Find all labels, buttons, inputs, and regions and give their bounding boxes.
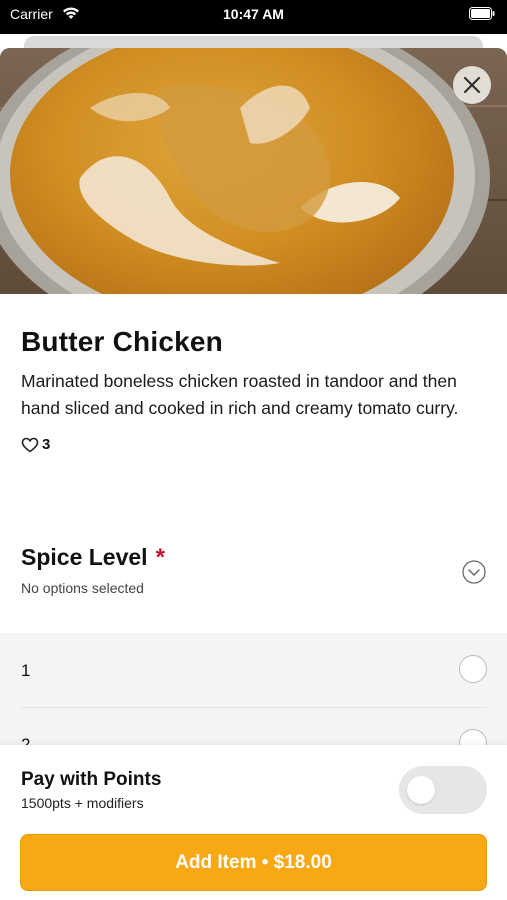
battery-icon (469, 7, 495, 20)
add-item-button[interactable]: Add Item • $18.00 (20, 834, 487, 891)
status-time: 10:47 AM (223, 6, 284, 22)
points-title: Pay with Points (21, 769, 162, 790)
item-title: Butter Chicken (21, 326, 223, 357)
heart-icon (21, 437, 39, 452)
radio-icon[interactable] (459, 655, 487, 683)
close-button[interactable] (453, 66, 491, 104)
points-subtitle: 1500pts + modifiers (21, 795, 144, 811)
item-description: Marinated boneless chicken roasted in ta… (21, 371, 459, 418)
bottom-bar: Pay with Points 1500pts + modifiers Add … (0, 745, 507, 900)
section-title: Spice Level (21, 544, 148, 570)
points-toggle[interactable] (399, 766, 487, 814)
like-button[interactable]: 3 (21, 436, 491, 453)
status-bar: Carrier 10:47 AM (0, 0, 507, 34)
section-subtitle: No options selected (21, 580, 144, 596)
spice-options-list: 1 2 (0, 633, 507, 782)
toggle-knob (407, 776, 435, 804)
like-count: 3 (42, 436, 51, 453)
chevron-down-icon[interactable] (462, 560, 486, 584)
close-icon (463, 76, 481, 94)
spice-level-header[interactable]: Spice Level * No options selected (21, 544, 491, 604)
dish-photo (0, 48, 507, 294)
option-row[interactable]: 1 (21, 633, 487, 708)
required-indicator: * (155, 544, 165, 571)
option-label: 1 (21, 661, 31, 680)
item-info: Butter Chicken Marinated boneless chicke… (21, 326, 491, 453)
